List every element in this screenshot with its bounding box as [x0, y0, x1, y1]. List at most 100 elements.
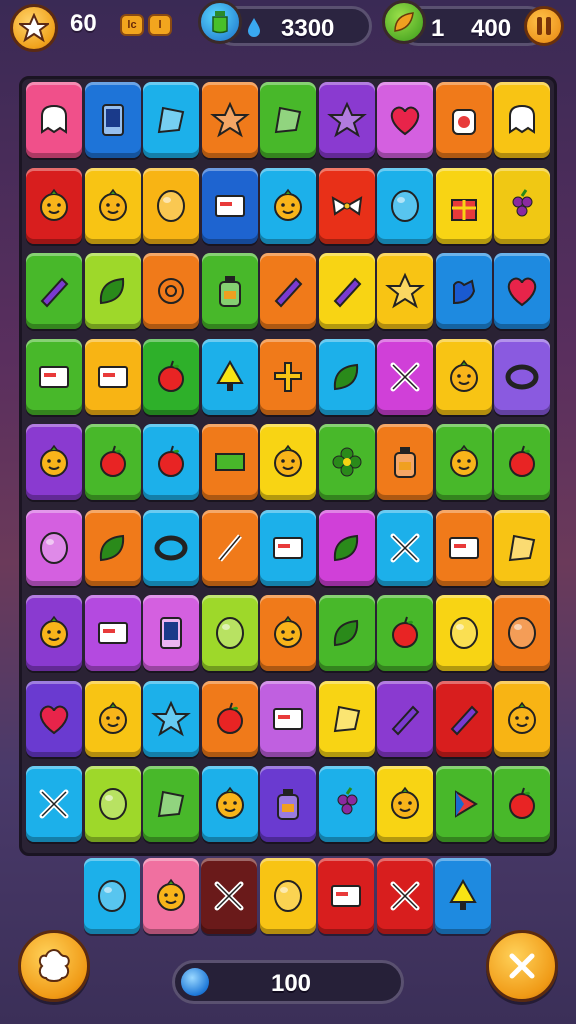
tile[interactable] [201, 858, 257, 934]
tile[interactable] [260, 253, 316, 329]
face-icon [508, 701, 536, 734]
tile[interactable] [84, 424, 141, 500]
tile[interactable] [84, 253, 141, 329]
tile[interactable] [143, 253, 199, 329]
tile[interactable] [201, 253, 258, 329]
tile[interactable] [318, 766, 375, 842]
tile[interactable] [377, 253, 433, 329]
tile[interactable] [142, 858, 199, 934]
tile[interactable] [260, 424, 316, 500]
tile[interactable] [260, 595, 316, 671]
tile[interactable] [259, 858, 316, 934]
tile[interactable] [84, 680, 141, 757]
tile[interactable] [26, 424, 82, 500]
tile[interactable] [494, 595, 550, 671]
tile[interactable] [26, 595, 82, 671]
tile[interactable] [201, 766, 258, 842]
tile[interactable] [435, 424, 492, 500]
face-icon [274, 444, 302, 477]
tile[interactable] [318, 253, 375, 329]
tile[interactable] [494, 766, 550, 842]
tile[interactable] [84, 858, 140, 934]
tile[interactable] [260, 766, 316, 842]
apple-icon [99, 445, 126, 477]
tile[interactable] [494, 424, 550, 500]
tile[interactable] [26, 509, 82, 586]
tile[interactable] [143, 766, 199, 842]
tile[interactable] [84, 167, 141, 244]
tile[interactable] [201, 509, 258, 586]
pause-button[interactable] [524, 6, 564, 46]
tile[interactable] [201, 680, 258, 757]
tile[interactable] [435, 253, 492, 329]
tile[interactable] [318, 595, 375, 671]
tile[interactable] [435, 509, 492, 586]
leaf-icon [99, 277, 124, 305]
tile[interactable] [143, 338, 199, 415]
crayon-icon [274, 277, 303, 308]
tile[interactable] [84, 766, 141, 842]
tile[interactable] [26, 253, 82, 329]
tile[interactable] [143, 82, 199, 158]
tile[interactable] [143, 680, 199, 757]
tile[interactable] [377, 766, 433, 842]
tile[interactable] [201, 338, 258, 415]
tree-icon [449, 878, 477, 910]
tile[interactable] [26, 680, 82, 757]
close-button[interactable] [486, 930, 558, 1002]
tile[interactable] [377, 338, 433, 415]
tile[interactable] [26, 167, 82, 244]
tile[interactable] [143, 509, 199, 586]
tile[interactable] [260, 509, 316, 586]
tile[interactable] [318, 509, 375, 586]
tile[interactable] [494, 82, 550, 158]
tile[interactable] [435, 338, 492, 415]
tile[interactable] [318, 424, 375, 500]
tile[interactable] [84, 82, 141, 158]
tile[interactable] [435, 82, 492, 158]
tile[interactable] [494, 509, 550, 586]
tile[interactable] [435, 595, 492, 671]
tile[interactable] [377, 680, 433, 757]
tile[interactable] [377, 595, 433, 671]
shuffle-button[interactable] [18, 930, 90, 1002]
tile[interactable] [494, 167, 550, 244]
face-icon [449, 444, 478, 477]
tile[interactable] [201, 424, 258, 500]
tile[interactable] [377, 167, 433, 244]
tile[interactable] [377, 424, 433, 500]
tile[interactable] [318, 167, 375, 244]
tile[interactable] [318, 82, 375, 158]
tile[interactable] [318, 680, 375, 757]
tile[interactable] [435, 167, 492, 244]
tile[interactable] [260, 338, 316, 415]
tile[interactable] [494, 253, 550, 329]
tile[interactable] [26, 766, 82, 842]
tile[interactable] [143, 424, 199, 500]
tile[interactable] [377, 82, 433, 158]
tile[interactable] [318, 338, 375, 415]
tile[interactable] [26, 338, 82, 415]
tile[interactable] [201, 82, 258, 158]
tile[interactable] [494, 680, 550, 757]
tile[interactable] [494, 338, 550, 415]
heart-icon [390, 106, 420, 136]
tile[interactable] [26, 82, 82, 158]
tile[interactable] [143, 595, 199, 671]
tile[interactable] [377, 509, 433, 586]
tile[interactable] [201, 595, 258, 671]
tile[interactable] [376, 858, 433, 934]
tile[interactable] [260, 680, 316, 757]
tile[interactable] [143, 167, 199, 244]
tile[interactable] [260, 167, 316, 244]
tile[interactable] [84, 509, 141, 586]
tile[interactable] [435, 680, 492, 757]
tile[interactable] [201, 167, 258, 244]
tile[interactable] [260, 82, 316, 158]
tile[interactable] [84, 595, 141, 671]
leaf-icon [333, 534, 358, 561]
tile[interactable] [435, 766, 492, 842]
tile[interactable] [84, 338, 141, 415]
tile[interactable] [435, 858, 491, 934]
tile[interactable] [318, 858, 374, 934]
